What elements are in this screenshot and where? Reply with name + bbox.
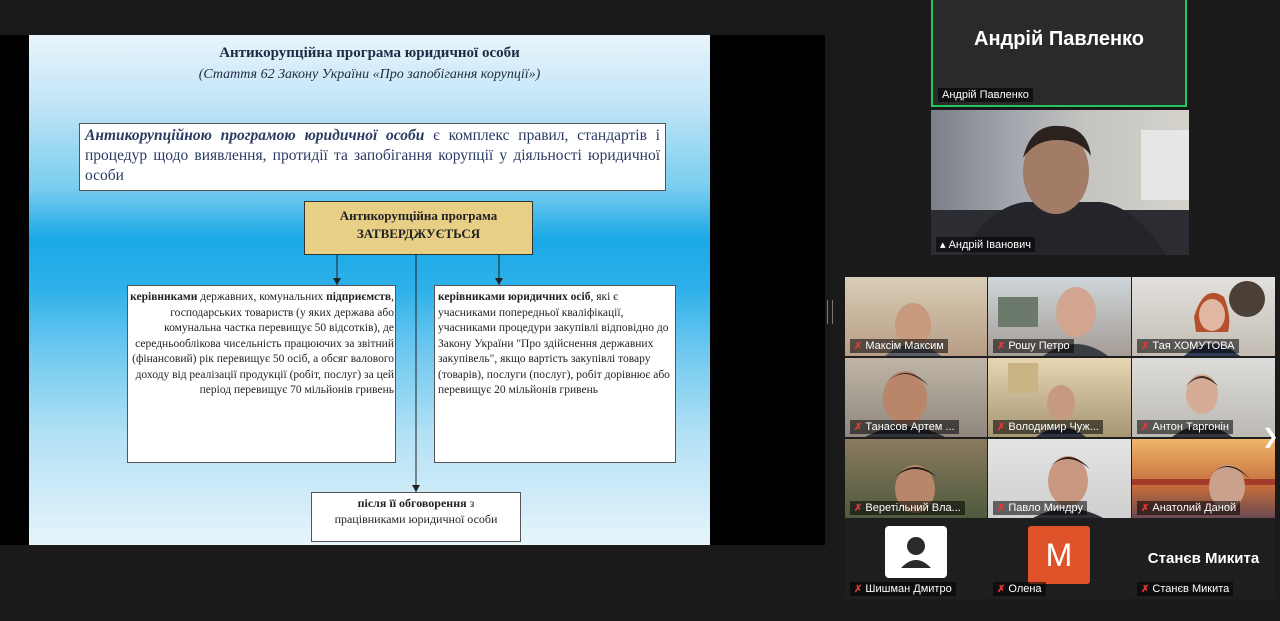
- mic-muted-icon: ✗: [854, 503, 863, 514]
- participant-name: Володимир Чуж...: [1008, 421, 1099, 433]
- bottom-bold: після її обговорення: [357, 496, 467, 510]
- participant-name: Веретільний Вла...: [865, 502, 961, 514]
- participant-name: Максім Максим: [865, 340, 944, 352]
- pinned-name: Андрій Іванович: [948, 239, 1031, 251]
- mic-muted-icon: ✗: [1141, 503, 1150, 514]
- shared-screen: Антикорупційна програма юридичної особи …: [0, 35, 825, 545]
- speaker-label: Андрій Павленко: [938, 88, 1033, 102]
- mic-muted-icon: ✗: [997, 584, 1006, 595]
- participant-tile[interactable]: M ✗ Олена: [988, 520, 1131, 599]
- next-page-chevron-icon[interactable]: ❯: [1262, 424, 1279, 449]
- bottom-text-1: з: [466, 496, 475, 510]
- default-avatar-icon: [885, 526, 947, 578]
- speaker-name-large: Андрій Павленко: [974, 28, 1144, 50]
- participant-name: Рошу Петро: [1008, 340, 1070, 352]
- participant-name: Антон Таргонін: [1152, 421, 1229, 433]
- participant-tile[interactable]: ✗ Антон Таргонін: [1132, 358, 1275, 437]
- mic-muted-icon: ✗: [1141, 341, 1150, 352]
- pin-icon: ▴: [940, 239, 946, 251]
- participant-tile[interactable]: ✗ Танасов Артем ...: [845, 358, 987, 437]
- after-discussion-box: після її обговорення з працівниками юриди…: [311, 492, 521, 542]
- participant-label: ✗ Станєв Микита: [1137, 582, 1234, 596]
- participant-tile[interactable]: ✗ Веретільний Вла...: [845, 439, 987, 518]
- left-text-1: державних, комунальних: [197, 291, 327, 303]
- participant-tile[interactable]: Станєв Микита ✗ Станєв Микита: [1132, 520, 1275, 599]
- participant-tile[interactable]: ✗ Шишман Дмитро: [845, 520, 987, 599]
- participant-name: Шишман Дмитро: [865, 583, 952, 595]
- bottom-text-2: працівниками юридичної особи: [334, 511, 498, 526]
- pinned-label: ▴ Андрій Іванович: [936, 237, 1035, 252]
- mic-muted-icon: ✗: [854, 341, 863, 352]
- mic-muted-icon: ✗: [1141, 584, 1150, 595]
- participant-tile[interactable]: ✗ Володимир Чуж...: [988, 358, 1131, 437]
- participant-label: ✗ Максім Максим: [850, 339, 948, 353]
- left-bold-2: підприємств: [326, 291, 392, 303]
- participant-label: ✗ Олена: [993, 582, 1046, 596]
- participant-tile[interactable]: ✗ Рошу Петро: [988, 277, 1131, 356]
- participant-label: ✗ Танасов Артем ...: [850, 420, 959, 434]
- letter-avatar: M: [1028, 526, 1090, 584]
- left-text-2: , господарських товариств (у яких держав…: [132, 291, 394, 396]
- participant-tile[interactable]: ✗ Анатолий Даной: [1132, 439, 1275, 518]
- participant-name-large: Станєв Микита: [1147, 550, 1260, 567]
- mic-muted-icon: ✗: [997, 503, 1006, 514]
- gallery-grid: ✗ Максім Максим ✗ Рошу Петро ✗ Тая ХОМУТОВА…: [845, 277, 1275, 599]
- left-bold-1: керівниками: [130, 291, 198, 303]
- mic-muted-icon: ✗: [997, 422, 1006, 433]
- participant-name: Олена: [1008, 583, 1042, 595]
- participant-label: ✗ Веретільний Вла...: [850, 501, 965, 515]
- active-speaker-tile[interactable]: Андрій Павленко Андрій Павленко: [931, 0, 1187, 107]
- right-bold: керівниками юридичних осіб: [438, 291, 591, 303]
- participant-name: Станєв Микита: [1152, 583, 1230, 595]
- participant-label: ✗ Шишман Дмитро: [850, 582, 956, 596]
- presentation-slide: Антикорупційна програма юридичної особи …: [29, 35, 710, 545]
- participant-label: ✗ Тая ХОМУТОВА: [1137, 339, 1239, 353]
- pinned-video-tile[interactable]: ▴ Андрій Іванович: [931, 110, 1189, 255]
- participant-name: Павло Миндру: [1008, 502, 1084, 514]
- mic-muted-icon: ✗: [1141, 422, 1150, 433]
- right-text: , які є учасниками попередньої кваліфіка…: [438, 291, 670, 396]
- participant-name: Танасов Артем ...: [865, 421, 955, 433]
- participant-name: Тая ХОМУТОВА: [1152, 340, 1235, 352]
- participant-label: ✗ Павло Миндру: [993, 501, 1088, 515]
- managers-enterprises-box: керівниками державних, комунальних підпр…: [127, 285, 396, 463]
- mic-muted-icon: ✗: [854, 584, 863, 595]
- participant-label: ✗ Антон Таргонін: [1137, 420, 1233, 434]
- participant-label: ✗ Анатолий Даной: [1137, 501, 1241, 515]
- participant-tile[interactable]: ✗ Максім Максим: [845, 277, 987, 356]
- mic-muted-icon: ✗: [997, 341, 1006, 352]
- user-silhouette-icon: [901, 537, 931, 568]
- splitter-handle[interactable]: [827, 300, 833, 324]
- participant-label: ✗ Рошу Петро: [993, 339, 1074, 353]
- person-video: [931, 125, 1189, 255]
- participant-label: ✗ Володимир Чуж...: [993, 420, 1103, 434]
- participant-name: Анатолий Даной: [1152, 502, 1237, 514]
- participant-tile[interactable]: ✗ Тая ХОМУТОВА: [1132, 277, 1275, 356]
- participant-tile[interactable]: ✗ Павло Миндру: [988, 439, 1131, 518]
- mic-muted-icon: ✗: [854, 422, 863, 433]
- managers-legal-entities-box: керівниками юридичних осіб, які є учасни…: [434, 285, 676, 463]
